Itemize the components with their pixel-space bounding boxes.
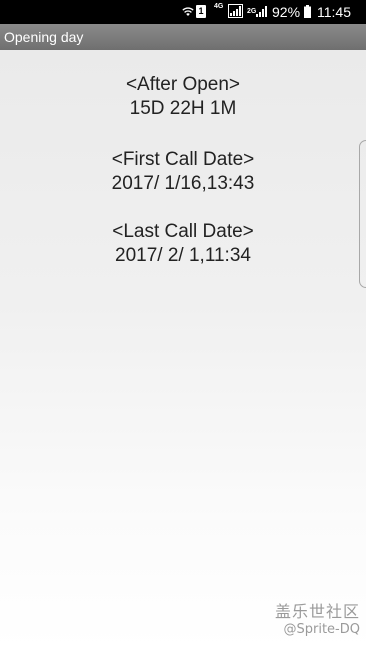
signal-icon <box>228 4 243 18</box>
first-call-label: <First Call Date> <box>111 149 255 170</box>
clock: 11:45 <box>317 4 351 20</box>
last-call-section: <Last Call Date> 2017/ 2/ 1,11:34 <box>0 220 366 268</box>
watermark-community: 盖乐世社区 <box>274 602 360 621</box>
after-open-label: <After Open> <box>125 74 241 95</box>
battery-icon <box>304 5 311 18</box>
status-bar: 1 4G 2G 92% 11:45 <box>0 0 366 24</box>
page-title: Opening day <box>4 29 84 45</box>
app-bar: Opening day <box>0 24 366 50</box>
edge-panel-handle[interactable] <box>359 140 366 288</box>
network-type-2g: 2G <box>247 8 257 15</box>
battery-percent: 92% <box>272 4 301 20</box>
after-open-value: 15D 22H 1M <box>129 98 237 119</box>
wifi-icon <box>182 7 194 16</box>
signal-icon-secondary <box>256 6 267 17</box>
watermark-author: @Sprite-DQ <box>283 622 361 637</box>
after-open-section: <After Open> 15D 22H 1M <box>0 73 366 121</box>
sim-badge: 1 <box>196 5 206 18</box>
last-call-label: <Last Call Date> <box>112 221 254 242</box>
first-call-value: 2017/ 1/16,13:43 <box>111 173 255 194</box>
network-type-4g: 4G <box>214 3 224 10</box>
first-call-section: <First Call Date> 2017/ 1/16,13:43 <box>0 148 366 196</box>
last-call-value: 2017/ 2/ 1,11:34 <box>115 245 251 266</box>
